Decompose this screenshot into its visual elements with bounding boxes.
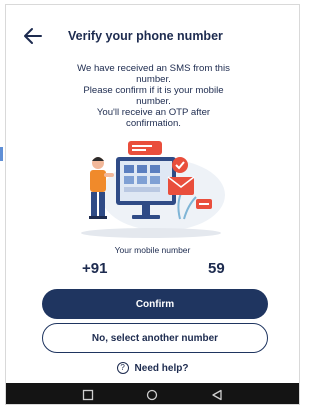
mobile-number-suffix: 59 [208,260,225,277]
arrow-left-icon[interactable] [22,26,44,46]
select-another-number-button[interactable]: No, select another number [42,323,268,353]
circle-home-icon[interactable] [145,388,159,402]
need-help-label: Need help? [134,362,189,374]
confirm-button[interactable]: Confirm [42,289,268,319]
verification-message: We have received an SMS from this number… [46,63,261,129]
side-marker [0,147,3,161]
page-title: Verify your phone number [68,29,223,43]
square-recent-icon[interactable] [81,388,95,402]
need-help-link[interactable]: ? Need help? [6,360,299,376]
android-navigation-bar [6,383,299,404]
phone-screen: Verify your phone number We have receive… [5,4,300,405]
message-line: We have received an SMS from this [77,63,230,74]
question-circle-icon: ? [116,362,129,374]
message-line: Please confirm if it is your mobile [83,85,224,96]
verification-illustration [81,141,225,238]
message-line: number. [136,74,171,85]
message-line: number. [136,96,171,107]
mobile-number-prefix: +91 [82,260,108,277]
mobile-number-label: Your mobile number [114,245,191,255]
triangle-back-icon[interactable] [210,388,224,402]
message-line: confirmation. [126,118,181,129]
message-line: You'll receive an OTP after [96,107,211,118]
header: Verify your phone number [6,25,299,49]
mobile-number: +91 59 [6,260,299,280]
